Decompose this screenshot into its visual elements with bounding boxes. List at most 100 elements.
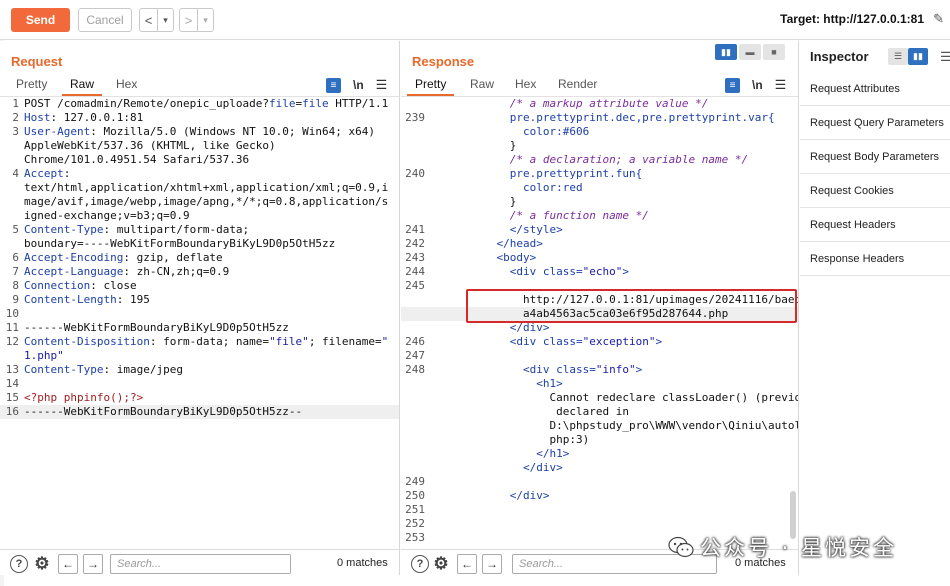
code-line[interactable]: 1.php"	[0, 349, 399, 363]
code-line[interactable]: 239 pre.prettyprint.dec,pre.prettyprint.…	[401, 111, 798, 125]
code-line[interactable]: D:\phpstudy_pro\WWW\vendor\Qiniu\autoloa…	[401, 419, 798, 433]
settings-gear-icon[interactable]: ⚙	[432, 554, 450, 573]
newline-toggle[interactable]: \n	[752, 78, 763, 92]
inspector-title: Inspector	[810, 49, 869, 64]
code-line[interactable]: 16 ------WebKitFormBoundaryBiKyL9D0p5OtH5…	[0, 405, 399, 419]
line-text: Chrome/101.0.4951.54 Safari/537.36	[24, 153, 249, 167]
menu-icon[interactable]: ☰	[376, 77, 388, 93]
layout-side-by-side-icon[interactable]: ▮▮	[715, 44, 737, 60]
code-line[interactable]: text/html,application/xhtml+xml,applicat…	[0, 181, 399, 195]
forward-dropdown-icon[interactable]: ▾	[198, 9, 213, 31]
code-line[interactable]: 9 Content-Length: 195	[0, 293, 399, 307]
code-line[interactable]: }	[401, 139, 798, 153]
inspector-item[interactable]: Request Body Parameters	[800, 140, 950, 174]
code-line[interactable]: boundary=----WebKitFormBoundaryBiKyL9D0p…	[0, 237, 399, 251]
code-line[interactable]: </div>	[401, 321, 798, 335]
code-line[interactable]: AppleWebKit/537.36 (KHTML, like Gecko)	[0, 139, 399, 153]
help-icon[interactable]: ?	[411, 555, 429, 573]
search-next-button[interactable]: →	[83, 554, 103, 574]
code-line[interactable]: 243 <body>	[401, 251, 798, 265]
newline-toggle[interactable]: \n	[353, 78, 364, 92]
send-button[interactable]: Send	[11, 8, 70, 32]
code-line[interactable]: color:#606	[401, 125, 798, 139]
line-text: Content-Length: 195	[24, 293, 150, 307]
code-line[interactable]: 248 <div class="info">	[401, 363, 798, 377]
code-line[interactable]: declared in	[401, 405, 798, 419]
target-label[interactable]: Target: http://127.0.0.1:81	[780, 12, 924, 26]
code-token: "	[381, 335, 389, 348]
wrap-lines-icon[interactable]: ≡	[725, 77, 740, 93]
code-line[interactable]: /* a markup attribute value */	[401, 97, 798, 111]
code-line[interactable]: 10	[0, 307, 399, 321]
code-line[interactable]: mage/avif,image/webp,image/apng,*/*;q=0.…	[0, 195, 399, 209]
code-line[interactable]: 13 Content-Type: image/jpeg	[0, 363, 399, 377]
search-next-button[interactable]: →	[482, 554, 502, 574]
code-line[interactable]: Cannot redeclare classLoader() (previous…	[401, 391, 798, 405]
code-line[interactable]: /* a function name */	[401, 209, 798, 223]
code-line[interactable]: 11 ------WebKitFormBoundaryBiKyL9D0p5OtH5…	[0, 321, 399, 335]
inspector-item[interactable]: Request Attributes	[800, 72, 950, 106]
code-line[interactable]: color:red	[401, 181, 798, 195]
inspector-item[interactable]: Request Query Parameters	[800, 106, 950, 140]
code-line[interactable]: 3 User-Agent: Mozilla/5.0 (Windows NT 10.…	[0, 125, 399, 139]
forward-button[interactable]: >	[180, 9, 198, 31]
code-line[interactable]: 242 </head>	[401, 237, 798, 251]
code-line[interactable]: 1 POST /comadmin/Remote/onepic_uploade?fi…	[0, 97, 399, 111]
code-line[interactable]: 250 </div>	[401, 489, 798, 503]
tab-pretty[interactable]: Pretty	[16, 77, 47, 91]
code-line[interactable]: 12 Content-Disposition: form-data; name="…	[0, 335, 399, 349]
code-line[interactable]: 249	[401, 475, 798, 489]
code-line[interactable]: php:3)	[401, 433, 798, 447]
code-line[interactable]: 14	[0, 377, 399, 391]
tab-pretty[interactable]: Pretty	[406, 77, 455, 96]
inspector-item[interactable]: Request Cookies	[800, 174, 950, 208]
code-line[interactable]: Chrome/101.0.4951.54 Safari/537.36	[0, 153, 399, 167]
wrap-lines-icon[interactable]: ≡	[326, 77, 341, 93]
settings-gear-icon[interactable]: ⚙	[33, 554, 51, 573]
help-icon[interactable]: ?	[10, 555, 28, 573]
search-prev-button[interactable]: ←	[58, 554, 78, 574]
response-editor[interactable]: /* a markup attribute value */239 pre.pr…	[401, 97, 798, 545]
code-line[interactable]: 240 pre.prettyprint.fun{	[401, 167, 798, 181]
code-line[interactable]: </h1>	[401, 447, 798, 461]
search-input[interactable]: Search...	[110, 554, 291, 574]
code-line[interactable]: 2 Host: 127.0.0.1:81	[0, 111, 399, 125]
code-line[interactable]: 8 Connection: close	[0, 279, 399, 293]
tab-raw[interactable]: Raw	[61, 77, 103, 96]
code-line[interactable]: <h1>	[401, 377, 798, 391]
tab-render[interactable]: Render	[558, 77, 597, 91]
inspector-menu-icon[interactable]: ☰	[940, 49, 950, 65]
list-view-icon[interactable]: ☰	[888, 48, 908, 65]
code-line[interactable]: 15 <?php phpinfo();?>	[0, 391, 399, 405]
code-line[interactable]: 241 </style>	[401, 223, 798, 237]
code-line[interactable]: 251	[401, 503, 798, 517]
code-line[interactable]: </div>	[401, 461, 798, 475]
code-line[interactable]: 7 Accept-Language: zh-CN,zh;q=0.9	[0, 265, 399, 279]
layout-tabs-icon[interactable]: ■	[763, 44, 785, 60]
code-line[interactable]: }	[401, 195, 798, 209]
menu-icon[interactable]: ☰	[775, 77, 787, 93]
search-prev-button[interactable]: ←	[457, 554, 477, 574]
code-line[interactable]: 246 <div class="exception">	[401, 335, 798, 349]
tab-hex[interactable]: Hex	[116, 77, 137, 91]
split-view-icon[interactable]: ▮▮	[908, 48, 928, 65]
edit-target-icon[interactable]: ✎	[933, 11, 944, 27]
code-line[interactable]: 252	[401, 517, 798, 531]
tab-hex[interactable]: Hex	[515, 77, 536, 91]
layout-stacked-icon[interactable]: ▬	[739, 44, 761, 60]
code-line[interactable]: igned-exchange;v=b3;q=0.9	[0, 209, 399, 223]
tab-raw[interactable]: Raw	[470, 77, 494, 91]
code-line[interactable]: /* a declaration; a variable name */	[401, 153, 798, 167]
code-line[interactable]: 5 Content-Type: multipart/form-data;	[0, 223, 399, 237]
inspector-item[interactable]: Response Headers	[800, 242, 950, 276]
inspector-item[interactable]: Request Headers	[800, 208, 950, 242]
back-button[interactable]: <	[140, 9, 158, 31]
request-editor[interactable]: 1 POST /comadmin/Remote/onepic_uploade?fi…	[0, 97, 399, 545]
back-dropdown-icon[interactable]: ▾	[158, 9, 173, 31]
code-line[interactable]: 6 Accept-Encoding: gzip, deflate	[0, 251, 399, 265]
code-line[interactable]: 244 <div class="echo">	[401, 265, 798, 279]
cancel-button[interactable]: Cancel	[78, 8, 132, 32]
code-line[interactable]: 247	[401, 349, 798, 363]
code-line[interactable]: 4 Accept:	[0, 167, 399, 181]
code-token: }	[470, 195, 517, 208]
